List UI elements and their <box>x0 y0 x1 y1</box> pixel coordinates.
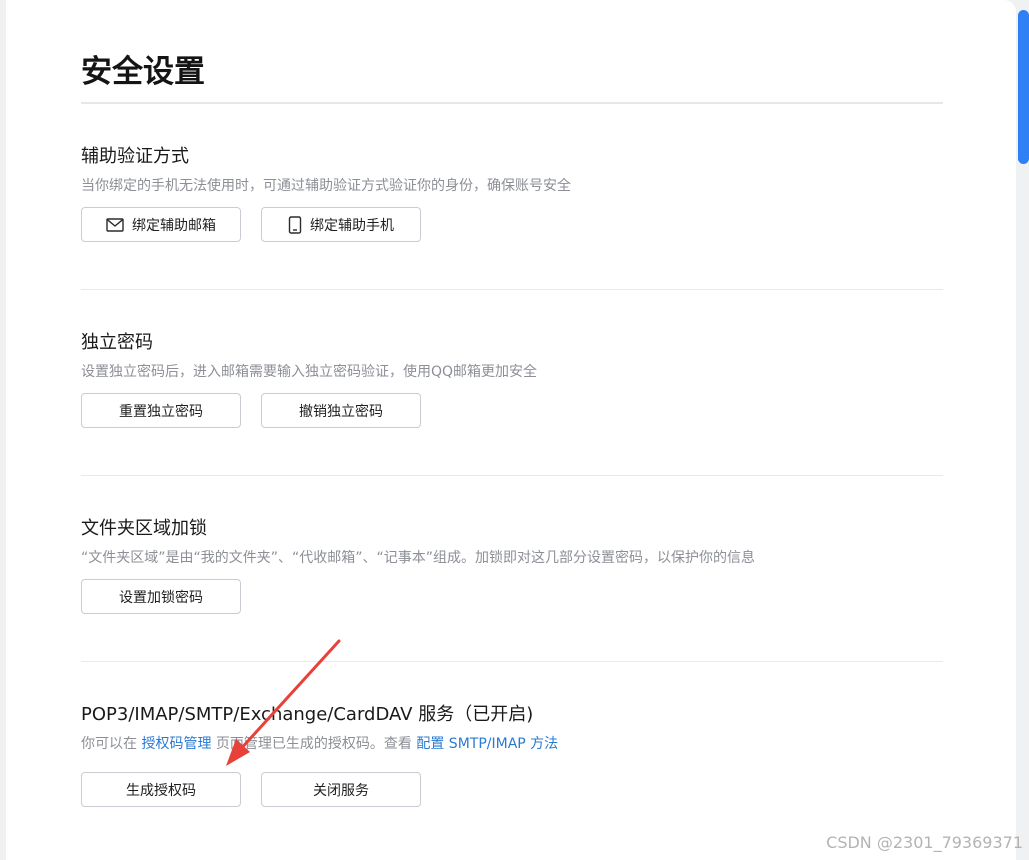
section-title: 文件夹区域加锁 <box>81 518 207 539</box>
section-description: 设置独立密码后，进入邮箱需要输入独立密码验证，使用QQ邮箱更加安全 <box>81 364 538 380</box>
generate-auth-code-button[interactable]: 生成授权码 <box>81 772 241 807</box>
reset-password-button[interactable]: 重置独立密码 <box>81 393 241 428</box>
section-divider <box>81 475 943 476</box>
phone-icon <box>288 215 302 234</box>
scrollbar-thumb[interactable] <box>1018 10 1029 164</box>
set-lock-password-button[interactable]: 设置加锁密码 <box>81 579 241 614</box>
button-label: 绑定辅助手机 <box>310 217 394 234</box>
watermark: CSDN @2301_79369371 <box>826 833 1023 852</box>
settings-page <box>6 0 1016 860</box>
title-divider <box>81 102 943 104</box>
section-description: 当你绑定的手机无法使用时，可通过辅助验证方式验证你的身份，确保账号安全 <box>81 178 571 194</box>
page-title: 安全设置 <box>81 54 205 90</box>
bind-aux-phone-button[interactable]: 绑定辅助手机 <box>261 207 421 242</box>
section-description: 你可以在 授权码管理 页面管理已生成的授权码。查看 配置 SMTP/IMAP 方… <box>81 734 558 754</box>
section-title: 独立密码 <box>81 332 153 353</box>
close-service-button[interactable]: 关闭服务 <box>261 772 421 807</box>
button-label: 关闭服务 <box>313 782 369 799</box>
button-label: 绑定辅助邮箱 <box>132 217 216 234</box>
description-text: 你可以在 <box>81 736 142 752</box>
auth-code-management-link[interactable]: 授权码管理 <box>141 736 211 752</box>
description-text: 页面管理已生成的授权码。查看 <box>211 736 417 752</box>
button-label: 设置加锁密码 <box>119 589 203 606</box>
section-title: POP3/IMAP/SMTP/Exchange/CardDAV 服务（已开启) <box>81 704 534 725</box>
section-description: “文件夹区域”是由“我的文件夹”、“代收邮箱”、“记事本”组成。加锁即对这几部分… <box>81 550 756 566</box>
mail-icon <box>106 217 124 232</box>
button-label: 重置独立密码 <box>119 403 203 420</box>
smtp-imap-config-link[interactable]: 配置 SMTP/IMAP 方法 <box>416 736 558 752</box>
section-divider <box>81 661 943 662</box>
button-label: 生成授权码 <box>126 782 196 799</box>
section-divider <box>81 289 943 290</box>
bind-aux-email-button[interactable]: 绑定辅助邮箱 <box>81 207 241 242</box>
section-title: 辅助验证方式 <box>81 146 189 167</box>
revoke-password-button[interactable]: 撤销独立密码 <box>261 393 421 428</box>
button-label: 撤销独立密码 <box>299 403 383 420</box>
